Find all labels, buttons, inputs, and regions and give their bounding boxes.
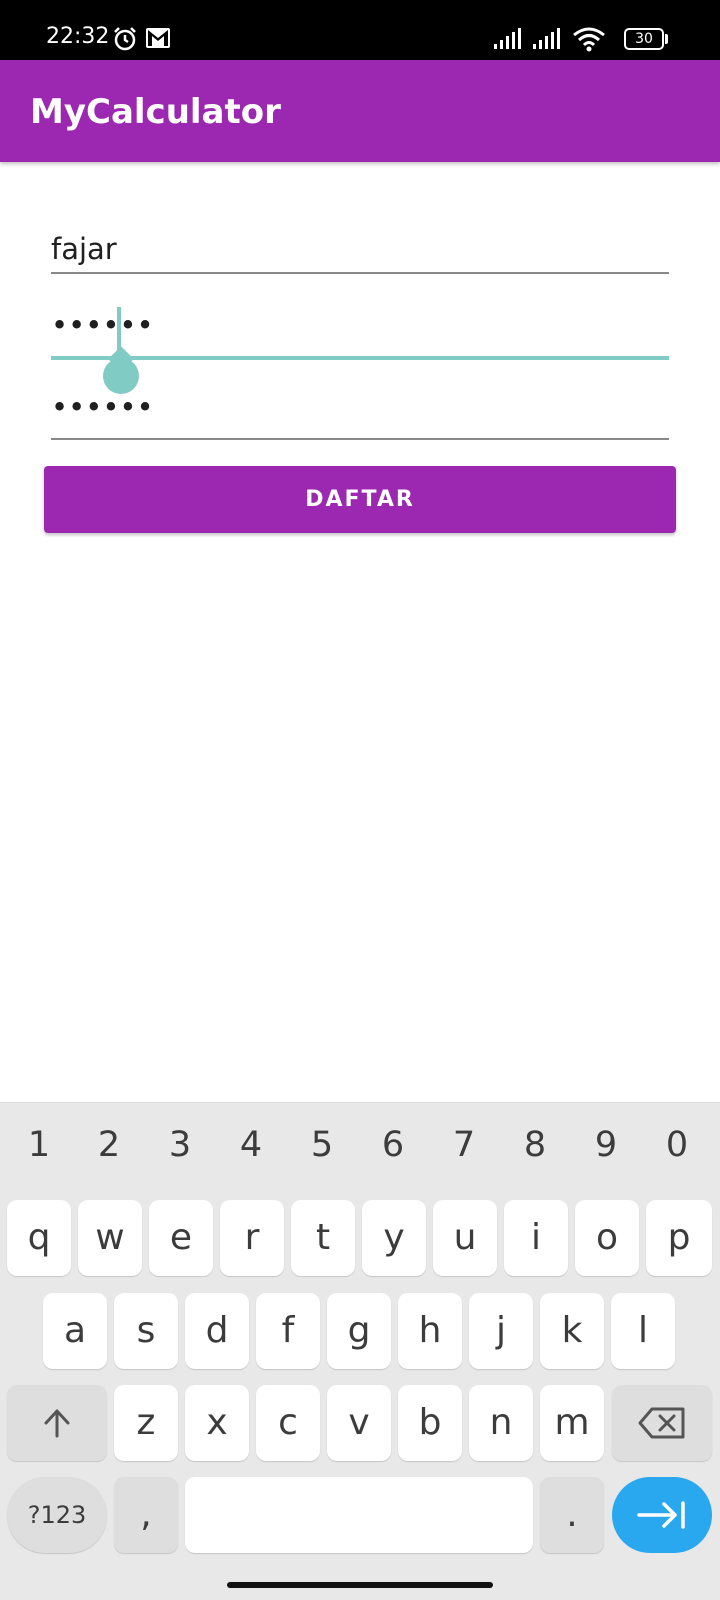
key-6[interactable]: 6 bbox=[368, 1125, 418, 1165]
key-k[interactable]: k bbox=[540, 1293, 604, 1369]
key-z[interactable]: z bbox=[114, 1385, 178, 1461]
confirm-password-underline bbox=[51, 438, 669, 440]
key-x[interactable]: x bbox=[185, 1385, 249, 1461]
number-row: 1 2 3 4 5 6 7 8 9 0 bbox=[0, 1125, 720, 1169]
password-field[interactable]: •••••• bbox=[51, 306, 669, 360]
username-input-value: fajar bbox=[51, 232, 117, 266]
key-8[interactable]: 8 bbox=[510, 1125, 560, 1165]
password-input-value: •••••• bbox=[51, 308, 154, 342]
shift-arrow-icon bbox=[44, 1409, 70, 1438]
key-b[interactable]: b bbox=[398, 1385, 462, 1461]
wifi-icon bbox=[573, 27, 605, 52]
key-l[interactable]: l bbox=[611, 1293, 675, 1369]
status-time: 22:32 bbox=[46, 24, 110, 49]
gesture-navigation-handle[interactable] bbox=[227, 1582, 493, 1588]
username-field[interactable]: fajar bbox=[51, 226, 669, 276]
key-n[interactable]: n bbox=[469, 1385, 533, 1461]
signal-icon bbox=[533, 28, 560, 49]
key-y[interactable]: y bbox=[362, 1200, 426, 1276]
key-h[interactable]: h bbox=[398, 1293, 462, 1369]
key-a[interactable]: a bbox=[43, 1293, 107, 1369]
key-9[interactable]: 9 bbox=[581, 1125, 631, 1165]
key-5[interactable]: 5 bbox=[297, 1125, 347, 1165]
key-2[interactable]: 2 bbox=[84, 1125, 134, 1165]
key-m[interactable]: m bbox=[540, 1385, 604, 1461]
space-bar[interactable] bbox=[185, 1477, 533, 1553]
username-underline bbox=[51, 272, 669, 274]
key-t[interactable]: t bbox=[291, 1200, 355, 1276]
backspace-icon bbox=[638, 1407, 685, 1439]
confirm-password-field[interactable]: •••••• bbox=[51, 390, 669, 440]
key-w[interactable]: w bbox=[78, 1200, 142, 1276]
signal-icon bbox=[494, 28, 521, 49]
key-j[interactable]: j bbox=[469, 1293, 533, 1369]
key-d[interactable]: d bbox=[185, 1293, 249, 1369]
alarm-icon bbox=[114, 27, 136, 51]
app-title: MyCalculator bbox=[30, 92, 281, 132]
key-g[interactable]: g bbox=[327, 1293, 391, 1369]
battery-icon: 30 bbox=[624, 28, 664, 50]
tab-next-icon bbox=[637, 1501, 685, 1529]
shift-key[interactable] bbox=[7, 1385, 107, 1461]
cursor-handle[interactable] bbox=[103, 358, 139, 394]
symbols-key[interactable]: ?123 bbox=[7, 1477, 107, 1553]
key-f[interactable]: f bbox=[256, 1293, 320, 1369]
key-7[interactable]: 7 bbox=[439, 1125, 489, 1165]
key-i[interactable]: i bbox=[504, 1200, 568, 1276]
app-bar: MyCalculator bbox=[0, 60, 720, 162]
key-4[interactable]: 4 bbox=[226, 1125, 276, 1165]
period-key[interactable]: . bbox=[540, 1477, 604, 1553]
key-u[interactable]: u bbox=[433, 1200, 497, 1276]
key-e[interactable]: e bbox=[149, 1200, 213, 1276]
key-o[interactable]: o bbox=[575, 1200, 639, 1276]
battery-level: 30 bbox=[635, 31, 653, 47]
backspace-key[interactable] bbox=[612, 1385, 712, 1461]
key-v[interactable]: v bbox=[327, 1385, 391, 1461]
comma-key[interactable]: , bbox=[114, 1477, 178, 1553]
gmail-icon bbox=[146, 28, 170, 48]
keyboard: 1 2 3 4 5 6 7 8 9 0 q w e r t y u i o p … bbox=[0, 1102, 720, 1600]
key-1[interactable]: 1 bbox=[14, 1125, 64, 1165]
key-r[interactable]: r bbox=[220, 1200, 284, 1276]
confirm-password-input-value: •••••• bbox=[51, 390, 154, 424]
key-p[interactable]: p bbox=[646, 1200, 712, 1276]
battery-nub bbox=[665, 34, 668, 44]
key-s[interactable]: s bbox=[114, 1293, 178, 1369]
key-3[interactable]: 3 bbox=[155, 1125, 205, 1165]
key-0[interactable]: 0 bbox=[652, 1125, 702, 1165]
key-q[interactable]: q bbox=[7, 1200, 71, 1276]
next-key[interactable] bbox=[612, 1477, 712, 1553]
daftar-button[interactable]: DAFTAR bbox=[44, 466, 676, 533]
password-underline bbox=[51, 356, 669, 360]
status-bar: 22:32 30 bbox=[0, 0, 720, 60]
key-c[interactable]: c bbox=[256, 1385, 320, 1461]
